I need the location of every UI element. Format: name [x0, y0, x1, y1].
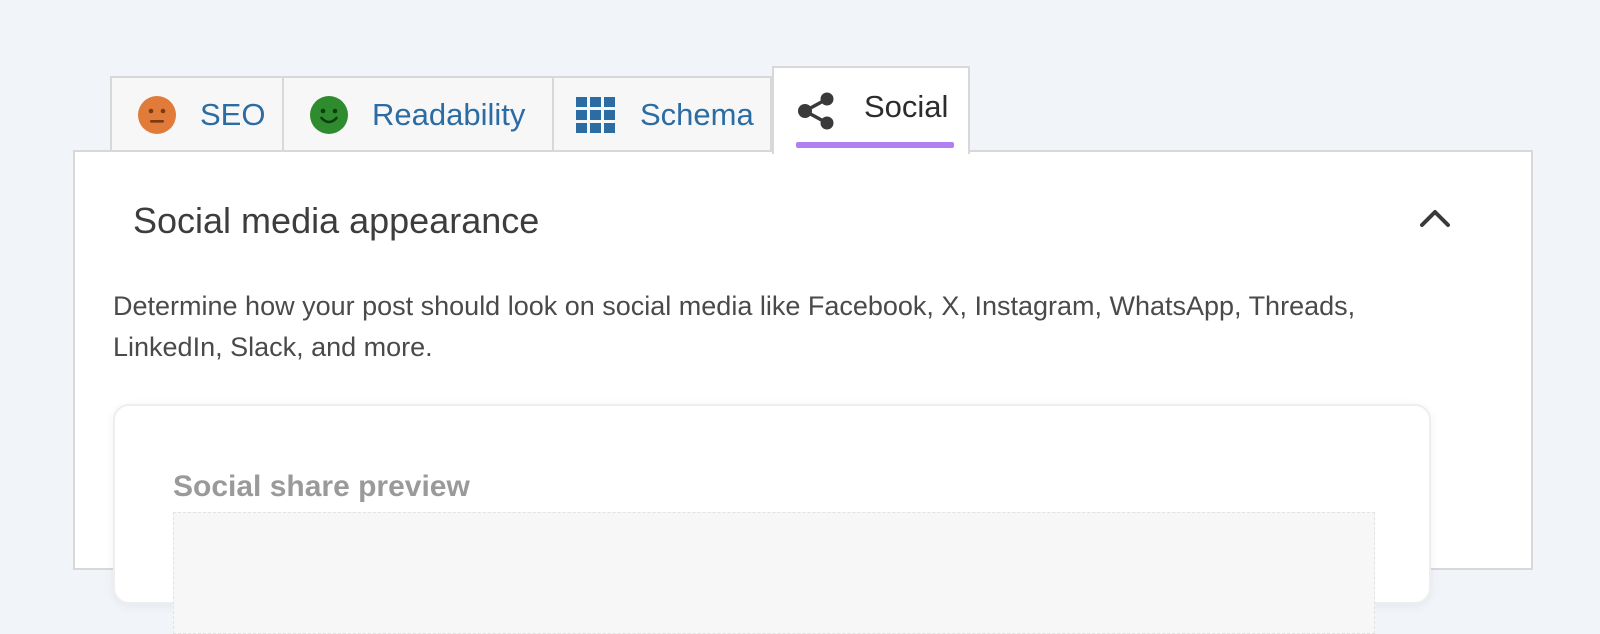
tab-readability-label: Readability: [372, 97, 526, 132]
tab-schema-label: Schema: [640, 97, 754, 132]
neutral-face-icon: [138, 96, 176, 134]
tab-social-label: Social: [864, 89, 949, 124]
tab-social[interactable]: Social: [772, 66, 970, 154]
preview-image-placeholder: [173, 512, 1375, 634]
active-tab-indicator: [796, 142, 954, 148]
social-share-preview-card: Social share preview: [113, 404, 1431, 634]
panel-description: Determine how your post should look on s…: [113, 291, 1356, 362]
social-media-appearance-panel: Social media appearance Determine how yo…: [73, 150, 1533, 634]
collapse-button[interactable]: [1415, 202, 1455, 238]
share-icon: [796, 91, 836, 131]
tab-seo[interactable]: SEO: [110, 76, 284, 152]
chevron-up-icon: [1419, 208, 1451, 233]
grid-icon: [576, 97, 616, 133]
preview-title: Social share preview: [173, 470, 470, 503]
smiley-face-icon: [310, 96, 348, 134]
tab-schema[interactable]: Schema: [552, 76, 772, 152]
tab-seo-label: SEO: [200, 97, 266, 132]
panel-title: Social media appearance: [133, 200, 540, 241]
tab-readability[interactable]: Readability: [282, 76, 554, 152]
